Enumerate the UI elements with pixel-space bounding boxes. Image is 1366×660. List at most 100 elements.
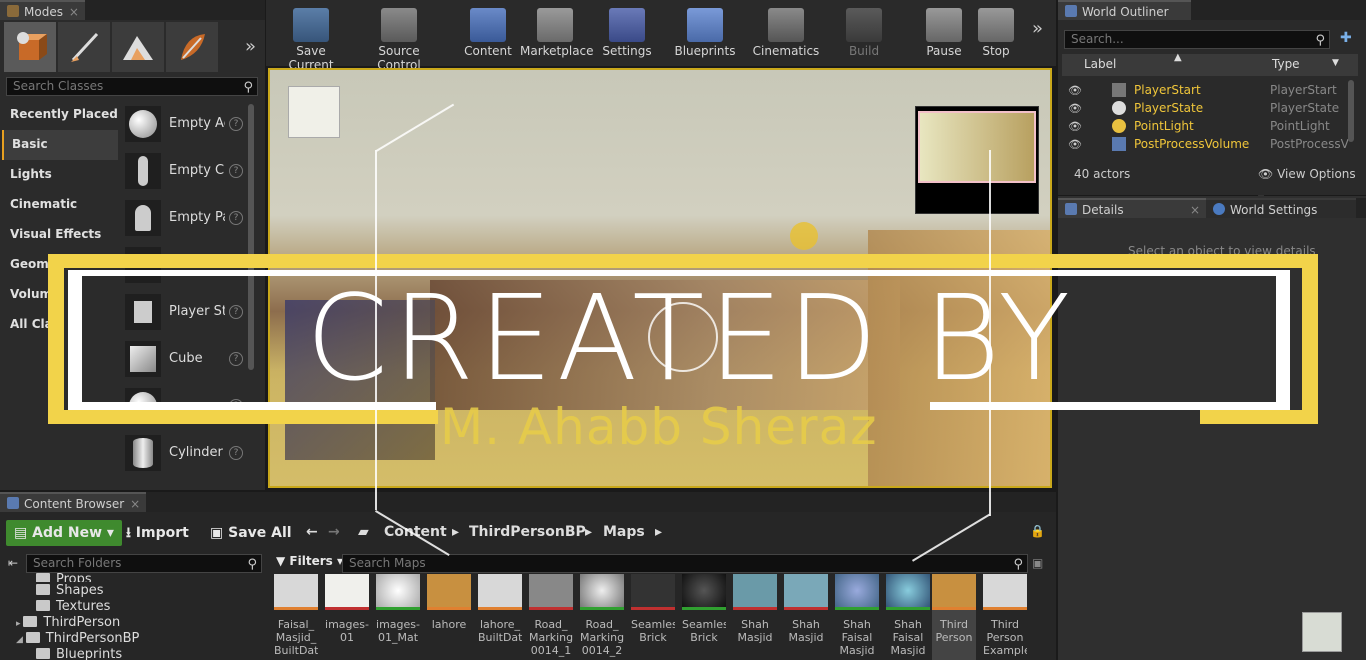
category-all-classes[interactable]: All Clas [2,310,118,340]
tab-world-outliner[interactable]: World Outliner [1058,0,1191,20]
eye-icon[interactable]: 👁 [1068,138,1082,151]
asset-tile[interactable]: Third Person Example [983,574,1027,660]
outliner-search-input[interactable]: Search... ⚲ [1064,30,1330,49]
list-item[interactable] [121,241,251,288]
settings-button[interactable]: Settings [600,8,654,58]
col-type-header[interactable]: Type [1272,57,1300,71]
tab-content-browser[interactable]: Content Browser × [0,492,147,514]
forward-arrow-icon[interactable]: → [328,524,340,540]
asset-tile[interactable]: lahore_ BuiltData [478,574,522,660]
asset-tile[interactable]: Road_ Marking_ 0014_2 [580,574,624,660]
lock-icon[interactable]: 🔒 [1030,524,1045,538]
tab-details[interactable]: Details × [1058,198,1206,218]
folder-textures[interactable]: Textures [36,599,110,615]
paint-mode-button[interactable] [58,22,110,72]
list-item[interactable]: Empty Cl ? [121,147,251,194]
search-folders-input[interactable]: Search Folders ⚲ [26,554,262,573]
tab-world-settings[interactable]: World Settings [1206,198,1356,218]
category-visual-effects[interactable]: Visual Effects [2,220,118,250]
folder-props[interactable]: Props [36,572,92,582]
close-icon[interactable]: × [130,494,140,514]
sort-up-icon[interactable]: ▲ [1174,52,1182,63]
outliner-scrollbar[interactable] [1348,80,1354,142]
table-row[interactable]: 👁 PostProcessVolume PostProcessV [1062,136,1356,154]
asset-tile[interactable]: Shah Masjid [733,574,777,660]
add-new-button[interactable]: ▤ Add New ▾ [6,520,122,546]
help-icon[interactable]: ? [229,398,243,413]
list-item[interactable]: Empty Ac ? [121,100,251,147]
asset-tile[interactable]: images- 01_Mat [376,574,420,660]
filters-button[interactable]: ▼ Filters ▾ [276,554,343,568]
list-item[interactable]: ? [121,382,251,429]
list-item[interactable]: Cylinder ? [121,429,251,476]
stop-button[interactable]: Stop [974,8,1018,58]
save-search-icon[interactable]: ▣ [1032,556,1043,570]
asset-tile[interactable]: Shah Masjid [784,574,828,660]
asset-tile[interactable]: Third Person [932,574,976,660]
asset-tile[interactable]: Seamless Brick [631,574,675,660]
help-icon[interactable]: ? [229,351,243,366]
close-icon[interactable]: × [69,2,79,22]
breadcrumb-maps[interactable]: Maps [603,524,645,540]
help-icon[interactable]: ? [229,163,243,178]
back-arrow-icon[interactable]: ← [306,524,318,540]
save-all-button[interactable]: ▣ Save All [202,520,300,546]
more-toolbar-icon[interactable]: » [1032,18,1043,39]
search-maps-input[interactable]: Search Maps ⚲ [342,554,1028,573]
folder-blueprints[interactable]: Blueprints [36,647,122,660]
blueprints-button[interactable]: Blueprints [670,8,740,58]
asset-tile[interactable]: Faisal_ Masjid_ BuiltData [274,574,318,660]
help-icon[interactable]: ? [229,116,243,131]
marketplace-button[interactable]: Marketplace [520,8,594,58]
folder-thirdpersonbp[interactable]: ◢ ThirdPersonBP [16,631,139,647]
breadcrumb-thirdpersonbp[interactable]: ThirdPersonBP [469,524,586,540]
list-item[interactable]: Player St ? [121,288,251,335]
category-cinematic[interactable]: Cinematic [2,190,118,220]
sources-toggle-icon[interactable]: ⇤ [8,556,18,570]
landscape-mode-button[interactable] [112,22,164,72]
placeable-scrollbar[interactable] [248,104,254,370]
category-lights[interactable]: Lights [2,160,118,190]
content-button[interactable]: Content [462,8,514,58]
add-actor-icon[interactable]: ✚ [1340,30,1352,46]
list-item[interactable]: Cube ? [121,335,251,382]
folder-shapes[interactable]: Shapes [36,583,103,599]
eye-icon[interactable]: 👁 [1068,84,1082,97]
tab-modes[interactable]: Modes × [0,0,85,20]
asset-tile[interactable]: images- 01 [325,574,369,660]
eye-icon[interactable]: 👁 [1068,120,1082,133]
category-geometry[interactable]: Geome [2,250,118,280]
table-row[interactable]: 👁 PlayerStart PlayerStart [1062,82,1356,100]
asset-tile[interactable]: Road_ Marking_ 0014_1 [529,574,573,660]
source-control-button[interactable]: Source Control [356,8,442,72]
asset-tile[interactable]: Seamless Brick [682,574,726,660]
import-button[interactable]: ⭳ Import [118,520,197,546]
close-icon[interactable]: × [1190,200,1200,220]
table-row[interactable]: 👁 PlayerState PlayerState [1062,100,1356,118]
asset-tile[interactable]: lahore [427,574,471,660]
table-row[interactable]: 👁 PointLight PointLight [1062,118,1356,136]
eye-icon[interactable]: 👁 [1068,102,1082,115]
folder-thirdperson[interactable]: ▸ ThirdPerson [16,615,120,631]
chevron-down-icon[interactable]: ▼ [1332,58,1339,68]
foliage-mode-button[interactable] [166,22,218,72]
pause-button[interactable]: Pause [922,8,966,58]
asset-tile[interactable]: Shah Faisal Masjid [835,574,879,660]
save-current-button[interactable]: Save Current [274,8,348,72]
help-icon[interactable]: ? [229,304,243,319]
col-label-header[interactable]: Label [1084,57,1116,71]
build-button[interactable]: Build [844,8,884,58]
help-icon[interactable]: ? [229,445,243,460]
more-modes-icon[interactable]: » [245,36,256,57]
breadcrumb-content[interactable]: Content [384,524,447,540]
category-volumes[interactable]: Volum [2,280,118,310]
level-viewport[interactable] [268,68,1052,488]
asset-tile[interactable]: Shah Faisal Masjid [886,574,930,660]
category-basic[interactable]: Basic [2,130,118,160]
list-item[interactable]: Empty Pa ? [121,194,251,241]
search-classes-input[interactable]: Search Classes ⚲ [6,77,258,96]
help-icon[interactable]: ? [229,210,243,225]
category-recently-placed[interactable]: Recently Placed [2,100,118,130]
place-mode-button[interactable] [4,22,56,72]
cinematics-button[interactable]: Cinematics [752,8,820,58]
